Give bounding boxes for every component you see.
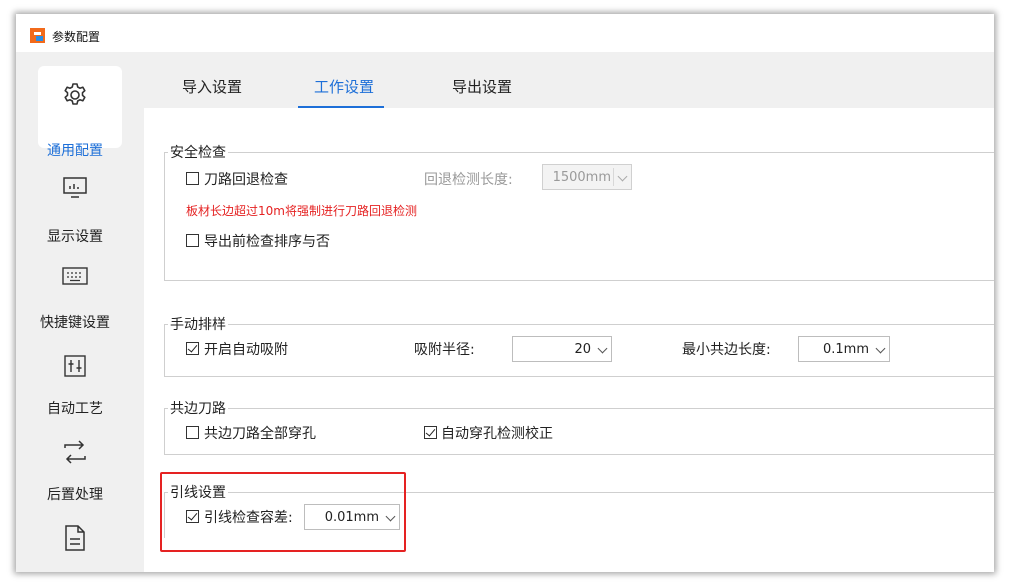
retract-check-checkbox[interactable] <box>186 172 199 185</box>
swap-arrows-icon <box>64 440 86 464</box>
document-icon <box>65 525 85 551</box>
auto-snap-label: 开启自动吸附 <box>204 342 288 358</box>
group-border <box>164 454 994 455</box>
settings-window: 参数配置 通用配置 显示设置 快捷键设置 自动工艺 后置处理 导入设置 工作设置… <box>16 14 994 572</box>
sidebar-item-label: 显示设置 <box>47 229 103 245</box>
group-border <box>164 324 165 376</box>
sliders-icon <box>64 355 86 377</box>
sidebar-item-label: 自动工艺 <box>47 401 103 417</box>
all-pierce-checkbox[interactable] <box>186 426 199 439</box>
sort-check-checkbox[interactable] <box>186 234 199 247</box>
sidebar-item-label: 通用配置 <box>47 143 103 159</box>
highlight-box <box>160 472 406 552</box>
retract-length-value: 1500mm <box>552 170 611 185</box>
title-bar: 参数配置 <box>16 14 994 52</box>
group-border <box>164 408 994 409</box>
warning-text: 板材长边超过10m将强制进行刀路回退检测 <box>186 204 417 218</box>
work-settings-panel: 安全检查 刀路回退检查 回退检测长度: 1500mm 板材长边超过10m将强制进… <box>144 108 994 572</box>
chevron-down-icon <box>597 343 608 354</box>
group-border <box>164 152 994 153</box>
retract-check-label: 刀路回退检查 <box>204 172 288 188</box>
tab-work-settings[interactable]: 工作设置 <box>314 76 374 97</box>
manual-nest-group-title: 手动排样 <box>168 314 228 334</box>
snap-radius-value: 20 <box>574 342 591 357</box>
tab-import-settings[interactable]: 导入设置 <box>182 76 242 97</box>
tab-export-settings[interactable]: 导出设置 <box>452 76 512 97</box>
auto-pierce-checkbox[interactable] <box>424 426 437 439</box>
safety-group-title: 安全检查 <box>168 142 228 162</box>
common-edge-group-title: 共边刀路 <box>168 398 228 418</box>
sidebar-item-label: 后置处理 <box>47 487 103 503</box>
group-border <box>164 376 994 377</box>
monitor-icon <box>63 177 87 198</box>
auto-pierce-label: 自动穿孔检测校正 <box>441 426 553 442</box>
window-title: 参数配置 <box>52 30 101 44</box>
tab-bar: 导入设置 工作设置 导出设置 <box>134 52 994 108</box>
min-common-edge-select[interactable]: 0.1mm <box>798 336 890 362</box>
group-border <box>164 280 994 281</box>
sort-check-label: 导出前检查排序与否 <box>204 234 330 250</box>
all-pierce-label: 共边刀路全部穿孔 <box>204 426 316 442</box>
sidebar: 通用配置 显示设置 快捷键设置 自动工艺 后置处理 <box>16 52 134 572</box>
chevron-down-icon <box>617 171 628 182</box>
auto-snap-checkbox[interactable] <box>186 342 199 355</box>
sidebar-item-label: 快捷键设置 <box>40 315 110 331</box>
min-common-edge-label: 最小共边长度: <box>682 342 771 358</box>
retract-length-label: 回退检测长度: <box>424 172 513 188</box>
snap-radius-select[interactable]: 20 <box>512 336 612 362</box>
app-logo-icon <box>30 28 45 43</box>
chevron-down-icon <box>875 343 886 354</box>
gear-icon <box>64 83 86 105</box>
content-area: 导入设置 工作设置 导出设置 安全检查 刀路回退检查 回退检测长度: 1500m… <box>134 52 994 572</box>
keyboard-icon <box>62 267 88 285</box>
retract-length-select[interactable]: 1500mm <box>542 164 632 190</box>
group-border <box>164 324 994 325</box>
group-border <box>164 408 165 454</box>
min-common-edge-value: 0.1mm <box>822 342 869 357</box>
group-border <box>164 152 165 280</box>
snap-radius-label: 吸附半径: <box>414 342 475 358</box>
